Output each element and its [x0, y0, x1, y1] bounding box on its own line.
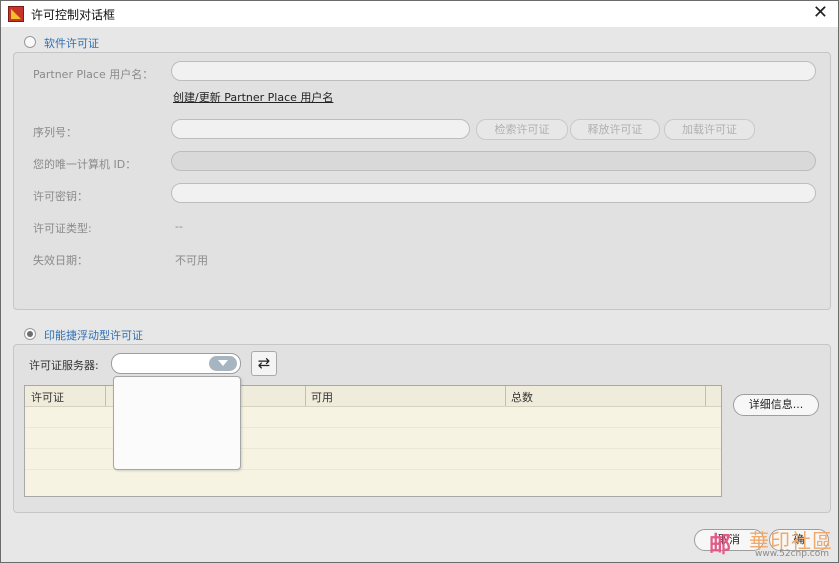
release-license-button[interactable]: 释放许可证: [570, 119, 660, 140]
license-key-input[interactable]: [171, 183, 816, 203]
license-server-label: 许可证服务器:: [29, 359, 99, 372]
app-logo-icon: [8, 6, 24, 22]
refresh-icon: ⇄: [257, 354, 271, 372]
column-header-license: 许可证: [31, 391, 64, 404]
software-license-radio[interactable]: [24, 36, 36, 48]
watermark-url: www.52cnp.com: [755, 549, 830, 559]
expiry-date-value: 不可用: [175, 254, 208, 267]
serial-number-label: 序列号：: [33, 126, 77, 139]
license-control-dialog: 许可控制对话框 ✕ 软件许可证 Partner Place 用户名： 创建/更新…: [0, 0, 839, 563]
software-license-group: Partner Place 用户名： 创建/更新 Partner Place 用…: [13, 52, 831, 310]
license-type-label: 许可证类型:: [33, 222, 92, 235]
license-server-combobox[interactable]: [111, 353, 241, 374]
license-type-value: --: [175, 220, 183, 233]
license-server-dropdown-list[interactable]: [113, 376, 241, 470]
retrieve-license-button[interactable]: 检索许可证: [476, 119, 568, 140]
partner-place-label: Partner Place 用户名：: [33, 68, 154, 81]
serial-number-input[interactable]: [171, 119, 470, 139]
watermark-logo: 邮: [709, 533, 732, 558]
chevron-down-icon[interactable]: [209, 356, 237, 371]
partner-place-input[interactable]: [171, 61, 816, 81]
expiry-date-label: 失效日期：: [33, 254, 88, 267]
software-license-section-label: 软件许可证: [44, 37, 99, 50]
floating-license-radio[interactable]: [24, 328, 36, 340]
title-bar: 许可控制对话框 ✕: [1, 1, 838, 27]
machine-id-label: 您的唯一计算机 ID：: [33, 158, 137, 171]
close-button[interactable]: ✕: [813, 3, 828, 23]
create-update-partner-place-link[interactable]: 创建/更新 Partner Place 用户名: [173, 89, 333, 105]
column-header-total: 总数: [511, 391, 533, 404]
window-title: 许可控制对话框: [31, 8, 116, 22]
watermark: 邮 華印社區 www.52cnp.com: [709, 525, 839, 563]
refresh-servers-button[interactable]: ⇄: [251, 351, 277, 376]
license-key-label: 许可密钥：: [33, 190, 88, 203]
column-header-available: 可用: [311, 391, 333, 404]
floating-license-section-label: 印能捷浮动型许可证: [44, 329, 143, 342]
details-button[interactable]: 详细信息...: [733, 394, 819, 416]
load-license-button[interactable]: 加载许可证: [664, 119, 755, 140]
machine-id-field: [171, 151, 816, 171]
